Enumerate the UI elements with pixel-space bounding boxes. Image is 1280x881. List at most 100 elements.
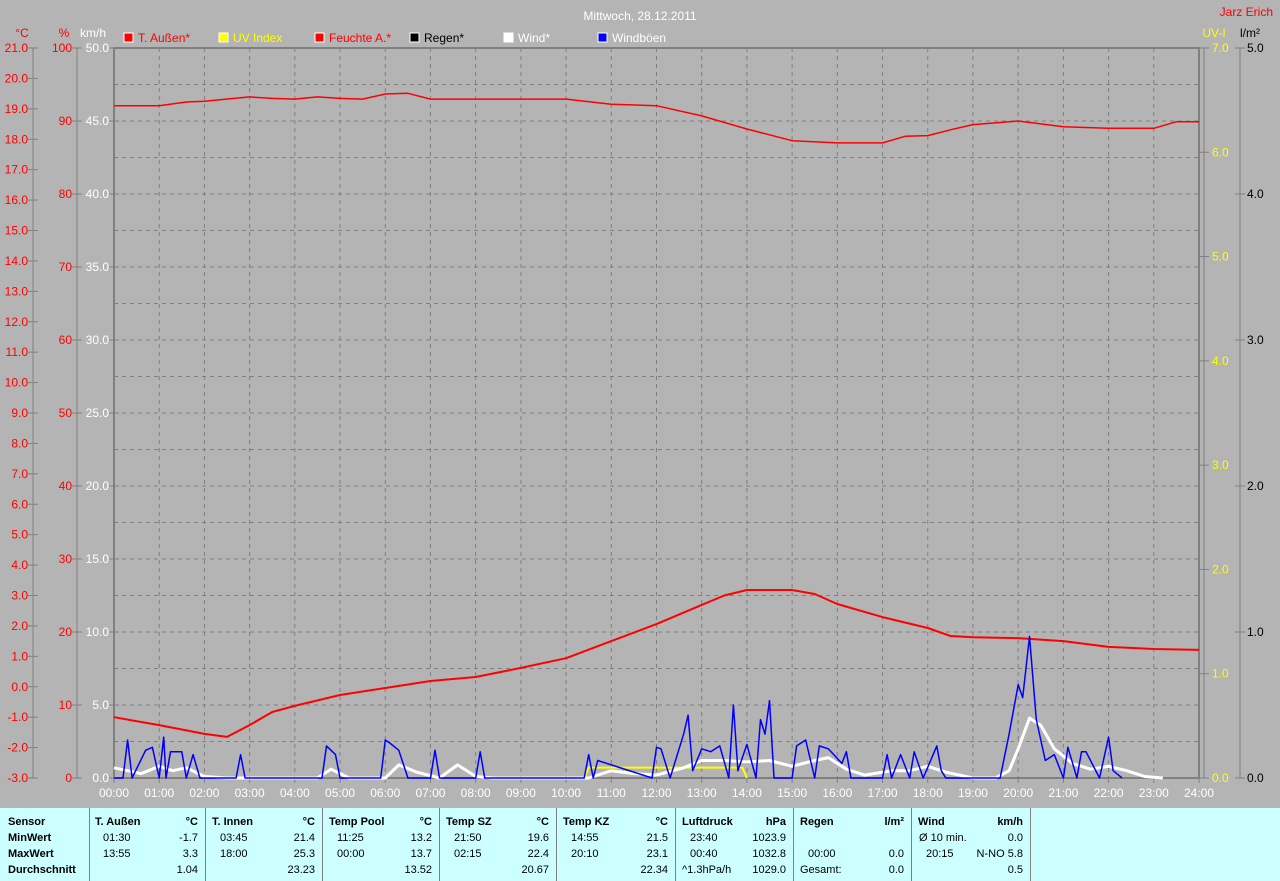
avg-value: 1.04 [176,864,198,876]
column-name: T. Innen [212,816,253,828]
x-tick-label: 03:00 [235,786,265,800]
x-tick-label: 21:00 [1048,786,1078,800]
y-tick-label-temp: 0.0 [11,680,28,694]
y-tick-label-temp: 18.0 [5,132,29,146]
min-value: 21.4 [293,832,315,844]
x-tick-label: 07:00 [415,786,445,800]
y-tick-label-wind: 5.0 [92,698,109,712]
y-tick-label-humidity: 60 [59,333,73,347]
x-tick-label: 20:00 [1003,786,1033,800]
row-label: Durchschnitt [8,864,76,876]
x-tick-label: 13:00 [687,786,717,800]
x-tick-label: 08:00 [461,786,491,800]
x-tick-label: 04:00 [280,786,310,800]
x-tick-label: 17:00 [868,786,898,800]
y-tick-label-uv: 2.0 [1212,562,1229,576]
avg-value: 22.34 [640,864,668,876]
legend-label: Wind* [518,31,550,45]
user-name: Jarz Erich [1220,5,1273,19]
row-label: MinWert [8,832,52,844]
y-tick-label-uv: 4.0 [1212,354,1229,368]
stats-column-t-innen: T. Innen °C 03:45 21.4 18:00 25.3 23.23 [207,808,323,881]
y-tick-label-temp: 10.0 [5,376,29,390]
column-name: Temp SZ [446,816,492,828]
y-tick-label-humidity: 90 [59,114,73,128]
y-tick-label-uv: 0.0 [1212,771,1229,785]
stats-column-temp-sz: Temp SZ °C 21:50 19.6 02:15 22.4 20.67 [441,808,557,881]
column-name: T. Außen [95,816,141,828]
column-unit: °C [536,816,549,828]
y-tick-label-wind: 25.0 [86,406,110,420]
series-line-4 [114,635,1123,779]
max-value: 22.4 [527,848,549,860]
avg-value: 1029.0 [752,864,786,876]
min-value: 21.5 [646,832,668,844]
x-tick-label: 01:00 [144,786,174,800]
min-time: 23:40 [690,832,718,844]
y-tick-label-temp: 12.0 [5,315,29,329]
y-tick-label-humidity: 30 [59,552,73,566]
row-label: Sensor [8,816,46,828]
column-unit: km/h [997,816,1023,828]
column-unit: °C [302,816,315,828]
column-name: Wind [918,816,945,828]
min-value: 19.6 [527,832,549,844]
y-tick-label-humidity: 80 [59,187,73,201]
stats-column-wind: Wind km/h Ø 10 min. 0.0 20:15 N-NO 5.8 0.5 [913,808,1031,881]
avg-value: 13.52 [404,864,432,876]
x-tick-label: 18:00 [913,786,943,800]
x-tick-label: 06:00 [370,786,400,800]
legend-swatch-5 [597,32,608,43]
max-value: 0.0 [888,848,904,860]
y-tick-label-uv: 7.0 [1212,41,1229,55]
y-tick-label-temp: 9.0 [11,406,28,420]
y-tick-label-temp: 21.0 [5,41,29,55]
y-tick-label-temp: 6.0 [11,497,28,511]
legend-label: UV Index [233,31,282,45]
y-tick-label-rain: 5.0 [1247,41,1264,55]
min-time: Ø 10 min. [919,832,967,844]
y-tick-label-temp: 8.0 [11,436,28,450]
min-value: -1.7 [179,832,198,844]
row-label: MaxWert [8,848,54,860]
y-tick-label-wind: 20.0 [86,479,110,493]
weather-chart-window: Mittwoch, 28.12.2011 Jarz Erich T. Außen* U… [0,0,1280,881]
y-tick-label-temp: 1.0 [11,649,28,663]
y-tick-label-wind: 50.0 [86,41,110,55]
column-unit: l/m² [884,816,904,828]
y-tick-label-temp: 4.0 [11,558,28,572]
y-tick-label-temp: -3.0 [7,771,28,785]
y-tick-label-rain: 4.0 [1247,187,1264,201]
y-tick-label-wind: 10.0 [86,625,110,639]
min-time: 14:55 [571,832,599,844]
x-tick-label: 15:00 [777,786,807,800]
max-value: 3.3 [182,848,198,860]
stats-column-regen: Regen l/m² 00:00 0.0 Gesamt: 0.0 [795,808,912,881]
y-tick-label-rain: 3.0 [1247,333,1264,347]
x-tick-label: 12:00 [641,786,671,800]
min-time: 03:45 [220,832,248,844]
axis-unit-rain: l/m² [1240,26,1260,40]
y-tick-label-wind: 45.0 [86,114,110,128]
y-tick-label-uv: 3.0 [1212,458,1229,472]
y-tick-label-temp: 5.0 [11,528,28,542]
avg-value: 23.23 [287,864,315,876]
avg-value: 0.0 [888,864,904,876]
max-time: 20:10 [571,848,599,860]
x-tick-label: 16:00 [822,786,852,800]
y-tick-label-temp: 3.0 [11,589,28,603]
column-name: Temp Pool [329,816,385,828]
y-tick-label-wind: 15.0 [86,552,110,566]
x-tick-label: 24:00 [1184,786,1214,800]
y-tick-label-uv: 5.0 [1212,250,1229,264]
y-tick-label-temp: 20.0 [5,71,29,85]
legend-swatch-0 [123,32,134,43]
series-line-1 [114,92,1199,144]
y-tick-label-humidity: 40 [59,479,73,493]
y-tick-label-rain: 0.0 [1247,771,1264,785]
y-tick-label-temp: 13.0 [5,284,29,298]
legend-swatch-1 [218,32,229,43]
x-tick-label: 11:00 [597,786,626,800]
column-name: Regen [800,816,834,828]
y-tick-label-temp: 15.0 [5,224,29,238]
